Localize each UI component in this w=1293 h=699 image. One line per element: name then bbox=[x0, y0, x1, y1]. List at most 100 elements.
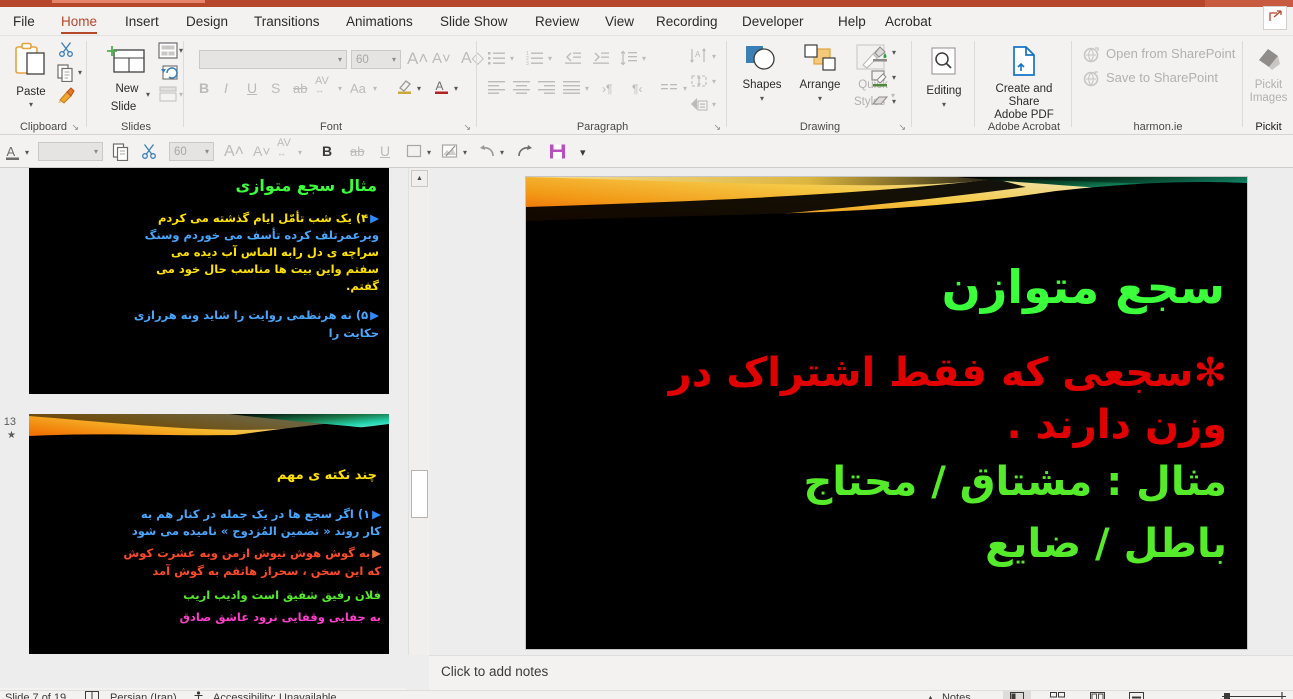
shape-fill-button[interactable] bbox=[870, 44, 889, 68]
shape-effects-button[interactable] bbox=[870, 94, 889, 116]
chevron-down-icon[interactable]: ▾ bbox=[712, 101, 716, 109]
reading-view-button[interactable] bbox=[1083, 691, 1111, 699]
chevron-down-icon[interactable]: ▾ bbox=[373, 85, 377, 93]
slide-show-button[interactable] bbox=[1122, 691, 1150, 699]
slide-body-line-3[interactable]: مثال : مشتاق / محتاج bbox=[557, 451, 1227, 513]
qat-underline-button[interactable]: U bbox=[380, 135, 390, 168]
chevron-down-icon[interactable]: ▾ bbox=[712, 78, 716, 86]
section-button[interactable] bbox=[158, 86, 178, 108]
qat-decrease-font-size-button[interactable]: A˅ bbox=[253, 135, 271, 168]
align-text-button[interactable] bbox=[690, 73, 708, 94]
slide-body-line-2[interactable]: وزن دارند . bbox=[557, 399, 1227, 451]
shape-outline-button[interactable] bbox=[870, 69, 889, 93]
align-center-button[interactable] bbox=[513, 80, 530, 99]
chevron-down-icon[interactable]: ▾ bbox=[585, 85, 589, 93]
accessibility-status[interactable]: Accessibility: Unavailable bbox=[213, 691, 337, 699]
qat-bold-button[interactable]: B bbox=[322, 135, 332, 168]
qat-font-size-combobox[interactable]: 60 ▾ bbox=[169, 142, 214, 161]
rtl-button[interactable]: ¶‹ bbox=[632, 80, 642, 98]
chevron-down-icon[interactable]: ▾ bbox=[892, 74, 896, 82]
chevron-down-icon[interactable]: ▾ bbox=[921, 101, 967, 109]
shapes-button[interactable]: Shapes ▾ bbox=[734, 42, 790, 103]
cut-button[interactable] bbox=[58, 41, 75, 63]
copy-chevron-down-icon[interactable]: ▾ bbox=[78, 69, 82, 77]
ltr-button[interactable]: ›¶ bbox=[602, 80, 612, 98]
qat-redo-button[interactable] bbox=[516, 135, 535, 168]
numbering-button[interactable]: 1 2 3 bbox=[526, 50, 544, 71]
tab-review[interactable]: Review bbox=[526, 7, 588, 36]
font-size-combobox[interactable]: 60 ▾ bbox=[351, 50, 401, 69]
italic-button[interactable]: I bbox=[224, 80, 228, 98]
qat-font-color-button[interactable]: A bbox=[4, 135, 22, 168]
chevron-down-icon[interactable]: ▾ bbox=[298, 149, 302, 157]
chevron-down-icon[interactable]: ▾ bbox=[8, 101, 54, 109]
text-shadow-button[interactable]: S bbox=[271, 80, 280, 98]
qat-font-name-combobox[interactable]: ▾ bbox=[38, 142, 103, 161]
language-indicator[interactable]: Persian (Iran) bbox=[110, 691, 177, 699]
chevron-down-icon[interactable]: ▾ bbox=[510, 55, 514, 63]
chevron-down-icon[interactable]: ▾ bbox=[792, 95, 848, 103]
editing-button[interactable]: Editing ▾ bbox=[921, 46, 967, 109]
convert-to-smartart-button[interactable] bbox=[690, 96, 708, 117]
slide-thumbnail-pane[interactable]: مثال سجع متوازی ▶۴) یک شب تأمّل ایام گذش… bbox=[0, 168, 408, 688]
reset-slide-button[interactable] bbox=[158, 64, 178, 86]
tab-insert[interactable]: Insert bbox=[116, 7, 168, 36]
increase-indent-button[interactable] bbox=[592, 50, 610, 71]
chevron-down-icon[interactable]: ▾ bbox=[548, 55, 552, 63]
chevron-down-icon[interactable]: ▾ bbox=[94, 143, 98, 160]
tab-design[interactable]: Design bbox=[177, 7, 237, 36]
arrange-button[interactable]: Arrange ▾ bbox=[792, 42, 848, 103]
scrollbar-thumb[interactable] bbox=[411, 470, 428, 518]
slide-body-line-4[interactable]: باطل / ضایع bbox=[557, 513, 1227, 575]
slide-body-line-1[interactable]: ✻سجعی که فقط اشتراک در bbox=[557, 347, 1227, 399]
notes-pane[interactable]: Click to add notes bbox=[429, 655, 1293, 690]
qat-cut-button[interactable] bbox=[141, 135, 158, 168]
font-dialog-launcher[interactable]: ↘ bbox=[463, 122, 471, 132]
notes-toggle-button[interactable]: ▲ Notes bbox=[926, 691, 971, 699]
increase-font-size-button[interactable]: A˄ bbox=[407, 50, 428, 69]
tab-animations[interactable]: Animations bbox=[337, 7, 422, 36]
create-and-share-adobe-pdf-button[interactable]: Create and Share Adobe PDF bbox=[980, 44, 1068, 122]
chevron-down-icon[interactable]: ▾ bbox=[25, 149, 29, 157]
slide-thumbnail-2[interactable]: چند نکته ی مهم ▶۱) اگر سجع ها در یک جمله… bbox=[29, 414, 389, 654]
slide-edit-pane[interactable]: سجع متوازن ✻سجعی که فقط اشتراک در وزن دا… bbox=[429, 168, 1293, 655]
slide-title[interactable]: سجع متوازن bbox=[565, 259, 1225, 315]
tab-home[interactable]: Home bbox=[52, 7, 106, 36]
chevron-down-icon[interactable]: ▾ bbox=[338, 51, 342, 68]
share-button[interactable] bbox=[1263, 6, 1287, 30]
decrease-font-size-button[interactable]: A˅ bbox=[432, 50, 451, 68]
tab-help[interactable]: Help bbox=[829, 7, 875, 36]
line-spacing-button[interactable] bbox=[620, 50, 638, 71]
scroll-up-button[interactable]: ▲ bbox=[411, 170, 428, 187]
current-slide[interactable]: سجع متوازن ✻سجعی که فقط اشتراک در وزن دا… bbox=[526, 177, 1247, 649]
font-color-button[interactable]: A bbox=[433, 78, 450, 100]
chevron-down-icon[interactable]: ▾ bbox=[892, 49, 896, 57]
paragraph-dialog-launcher[interactable]: ↘ bbox=[713, 122, 721, 132]
slide-layout-button[interactable] bbox=[158, 42, 178, 64]
justify-button[interactable] bbox=[563, 80, 580, 99]
paste-button[interactable]: Paste ▾ bbox=[8, 41, 54, 109]
align-left-button[interactable] bbox=[488, 80, 505, 99]
underline-button[interactable]: U bbox=[247, 80, 257, 98]
chevron-down-icon[interactable]: ▾ bbox=[683, 85, 687, 93]
drawing-dialog-launcher[interactable]: ↘ bbox=[898, 122, 906, 132]
copy-button[interactable] bbox=[57, 64, 74, 87]
tab-developer[interactable]: Developer bbox=[733, 7, 813, 36]
qat-character-spacing-button[interactable]: AV ↔ bbox=[277, 138, 291, 166]
align-right-button[interactable] bbox=[538, 80, 555, 99]
chevron-down-icon[interactable]: ▾ bbox=[500, 149, 504, 157]
tab-view[interactable]: View bbox=[596, 7, 643, 36]
strikethrough-button[interactable]: ab bbox=[293, 80, 307, 98]
qat-more-button[interactable]: ▾ bbox=[580, 135, 586, 168]
tab-recording[interactable]: Recording bbox=[647, 7, 727, 36]
qat-picture-button[interactable] bbox=[441, 135, 459, 168]
chevron-down-icon[interactable]: ▾ bbox=[734, 95, 790, 103]
qat-shape-fill-button[interactable] bbox=[406, 135, 423, 168]
change-case-button[interactable]: Aa bbox=[350, 80, 366, 98]
qat-undo-button[interactable] bbox=[478, 135, 497, 168]
bullets-button[interactable] bbox=[488, 50, 506, 71]
qat-increase-font-size-button[interactable]: A˄ bbox=[224, 135, 244, 168]
chevron-down-icon[interactable]: ▾ bbox=[892, 98, 896, 106]
text-direction-button[interactable]: A bbox=[690, 48, 708, 70]
new-slide-chevron-down-icon[interactable]: ▾ bbox=[146, 91, 150, 99]
